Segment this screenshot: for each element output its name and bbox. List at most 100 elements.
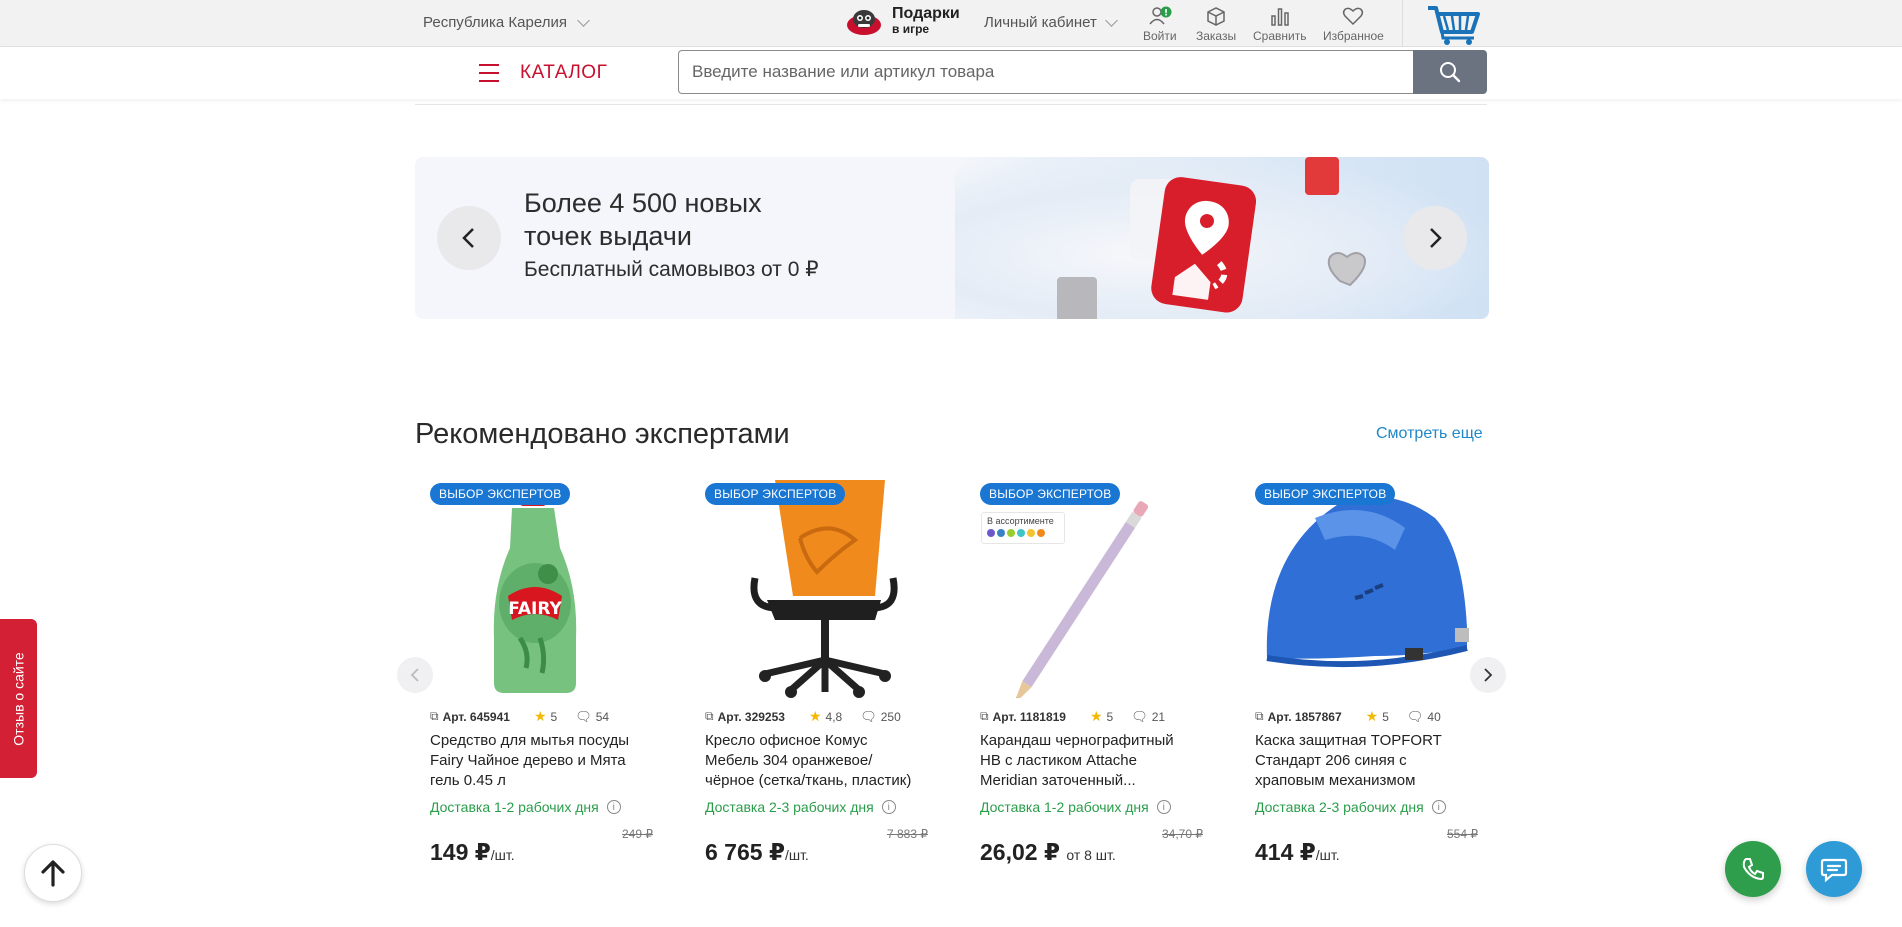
price-unit: от 8 шт. bbox=[1066, 847, 1116, 863]
search-button[interactable] bbox=[1413, 50, 1487, 94]
rating-value: 4,8 bbox=[825, 709, 843, 724]
star-icon: ★ bbox=[533, 708, 547, 724]
rating-value: 5 bbox=[1382, 709, 1389, 724]
copy-icon[interactable]: ⧉ bbox=[1255, 709, 1264, 724]
favorites-button[interactable]: Избранное bbox=[1323, 6, 1384, 43]
review-count: 250 bbox=[880, 709, 901, 724]
product-name[interactable]: Средство для мытья посуды Fairy Чайное д… bbox=[430, 731, 645, 791]
star-icon: ★ bbox=[1365, 708, 1379, 724]
price-value: 26,02 ₽ bbox=[980, 839, 1060, 865]
star-icon: ★ bbox=[1089, 708, 1103, 724]
compare-label: Сравнить bbox=[1253, 29, 1307, 43]
delivery-text: Доставка 2-3 рабочих дня bbox=[1255, 799, 1424, 815]
product-name[interactable]: Каска защитная TOPFORT Стандарт 206 синя… bbox=[1255, 731, 1470, 791]
info-icon[interactable]: i bbox=[606, 800, 621, 814]
old-price: 249 ₽ bbox=[622, 827, 653, 841]
info-icon[interactable]: i bbox=[1156, 800, 1171, 814]
chevron-down-icon bbox=[577, 13, 590, 27]
price-value: 6 765 ₽ bbox=[705, 839, 785, 865]
rating-value: 5 bbox=[1106, 709, 1114, 724]
product-card[interactable]: ВЫБОР ЭКСПЕРТОВ ⧉ Арт. 1857867 ★ 5 🗨 40 … bbox=[1240, 478, 1478, 878]
copy-icon[interactable]: ⧉ bbox=[705, 709, 714, 724]
comment-icon: 🗨 bbox=[860, 708, 877, 724]
article-number: Арт. 1181819 bbox=[992, 709, 1066, 724]
user-icon: ! bbox=[1149, 6, 1172, 25]
account-label: Личный кабинет bbox=[984, 14, 1097, 31]
game-mascot-icon bbox=[847, 10, 881, 35]
delivery-text: Доставка 1-2 рабочих дня bbox=[430, 799, 599, 815]
product-card[interactable]: ВЫБОР ЭКСПЕРТОВ ⧉ Арт. 329253 ★ 4,8 🗨 25… bbox=[690, 478, 928, 878]
gifts-title: Подарки bbox=[892, 5, 960, 22]
carousel-next-button[interactable] bbox=[1470, 657, 1506, 693]
product-image[interactable] bbox=[980, 478, 1200, 698]
price-value: 414 ₽ bbox=[1255, 839, 1316, 865]
review-count: 21 bbox=[1151, 709, 1166, 724]
info-icon[interactable]: i bbox=[1431, 800, 1446, 814]
comment-icon: 🗨 bbox=[575, 708, 592, 724]
review-count: 40 bbox=[1427, 709, 1441, 724]
copy-icon[interactable]: ⧉ bbox=[980, 709, 989, 724]
orders-label: Заказы bbox=[1196, 29, 1237, 43]
product-name[interactable]: Кресло офисное Комус Мебель 304 оранжево… bbox=[705, 731, 920, 791]
chevron-right-icon bbox=[1484, 668, 1493, 682]
product-image[interactable] bbox=[1255, 478, 1475, 698]
heart-icon bbox=[1343, 7, 1364, 26]
copy-icon[interactable]: ⧉ bbox=[430, 709, 439, 724]
login-alert-badge: ! bbox=[1164, 9, 1168, 19]
expert-choice-badge: ВЫБОР ЭКСПЕРТОВ bbox=[980, 483, 1121, 505]
assortment-label: В ассортименте bbox=[987, 516, 1054, 526]
content-divider bbox=[415, 104, 1487, 105]
rating-value: 5 bbox=[550, 709, 558, 724]
promo-banner[interactable]: Более 4 500 новых точек выдачи Бесплатны… bbox=[415, 157, 1489, 319]
old-price: 7 883 ₽ bbox=[887, 827, 928, 841]
old-price: 34,70 ₽ bbox=[1162, 827, 1203, 841]
info-icon[interactable]: i bbox=[881, 800, 896, 814]
product-card[interactable]: ВЫБОР ЭКСПЕРТОВ В ассортименте ⧉ Арт. 11… bbox=[965, 478, 1203, 878]
price-unit: /шт. bbox=[490, 847, 515, 863]
banner-next-button[interactable] bbox=[1403, 206, 1467, 270]
banner-prev-button[interactable] bbox=[437, 206, 501, 270]
expert-choice-badge: ВЫБОР ЭКСПЕРТОВ bbox=[1255, 483, 1396, 505]
banner-subtitle: Бесплатный самовывоз от 0 ₽ bbox=[524, 258, 819, 281]
favorites-label: Избранное bbox=[1323, 29, 1384, 43]
delivery-info: Доставка 1-2 рабочих дня i bbox=[430, 799, 621, 815]
chat-button[interactable] bbox=[1806, 841, 1862, 897]
product-image[interactable] bbox=[705, 478, 925, 698]
account-menu[interactable]: Личный кабинет bbox=[984, 13, 1118, 31]
compare-button[interactable]: Сравнить bbox=[1253, 6, 1306, 43]
banner-title: Более 4 500 новых точек выдачи bbox=[524, 188, 762, 251]
login-label: Войти bbox=[1143, 29, 1177, 43]
gifts-promo[interactable]: Подарки в игре bbox=[844, 5, 960, 37]
catalog-button[interactable]: КАТАЛОГ bbox=[520, 62, 607, 84]
carousel-prev-button[interactable] bbox=[397, 657, 433, 693]
old-price: 554 ₽ bbox=[1447, 827, 1478, 841]
see-more-link[interactable]: Смотреть еще bbox=[1376, 425, 1483, 443]
call-button[interactable] bbox=[1725, 841, 1781, 897]
chevron-down-icon bbox=[1104, 13, 1118, 27]
current-price: 149 ₽/шт. bbox=[430, 839, 515, 866]
box-icon bbox=[1207, 7, 1225, 26]
compare-icon bbox=[1270, 8, 1289, 26]
hamburger-icon[interactable] bbox=[479, 64, 499, 82]
review-count: 54 bbox=[595, 709, 610, 724]
scroll-to-top-button[interactable] bbox=[24, 844, 82, 902]
section-title: Рекомендовано экспертами bbox=[415, 418, 790, 450]
orders-button[interactable]: Заказы bbox=[1196, 6, 1236, 43]
product-name[interactable]: Карандаш чернографитный НВ с ластиком At… bbox=[980, 731, 1195, 791]
feedback-tab[interactable]: Отзыв о сайте bbox=[0, 619, 37, 778]
login-button[interactable]: ! Войти bbox=[1143, 6, 1177, 43]
product-card[interactable]: ВЫБОР ЭКСПЕРТОВ FAIRY ⧉ Арт. 645941 ★ 5 … bbox=[415, 478, 653, 878]
article-number: Арт. 1857867 bbox=[1267, 709, 1342, 724]
search-input[interactable] bbox=[678, 50, 1414, 94]
cart-icon[interactable] bbox=[1426, 2, 1482, 46]
region-selector[interactable]: Республика Карелия bbox=[423, 13, 590, 31]
product-image[interactable]: FAIRY bbox=[430, 478, 650, 698]
star-icon: ★ bbox=[808, 708, 822, 724]
feedback-label: Отзыв о сайте bbox=[10, 651, 27, 746]
article-number: Арт. 329253 bbox=[717, 709, 785, 724]
gifts-subtitle: в игре bbox=[892, 22, 930, 36]
comment-icon: 🗨 bbox=[1131, 708, 1148, 724]
delivery-text: Доставка 2-3 рабочих дня bbox=[705, 799, 874, 815]
header-divider bbox=[1402, 0, 1403, 47]
color-swatches bbox=[987, 529, 1059, 537]
